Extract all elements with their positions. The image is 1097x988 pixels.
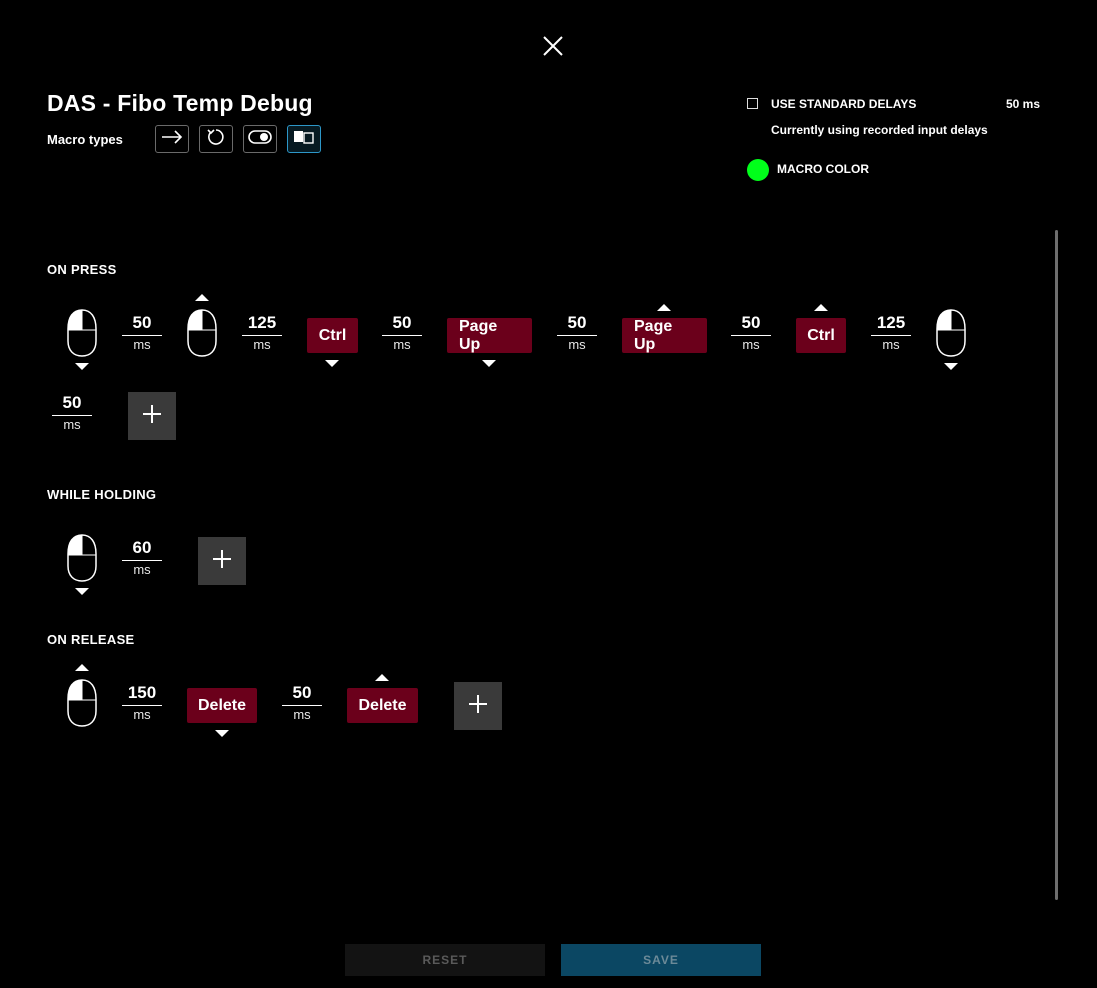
macro-title: DAS - Fibo Temp Debug	[47, 90, 313, 116]
on-release-label: ON RELEASE	[47, 632, 135, 647]
release-up-icon	[195, 294, 209, 301]
while-holding-step-1-mouse[interactable]	[67, 534, 97, 587]
on-release-add-step-button[interactable]	[454, 682, 502, 730]
release-up-icon	[814, 304, 828, 311]
release-up-icon	[657, 304, 671, 311]
on-press-step-13-mouse[interactable]	[936, 309, 966, 362]
mouse-button-icon	[67, 534, 97, 582]
on-release-key-delete-up[interactable]: Delete	[347, 688, 418, 723]
on-press-delay-7[interactable]: 50 ms	[52, 393, 92, 434]
mouse-button-icon	[67, 309, 97, 357]
on-press-delay-3[interactable]: 50 ms	[382, 313, 422, 354]
press-down-icon	[325, 360, 339, 367]
on-press-key-pageup-up[interactable]: Page Up	[622, 318, 707, 353]
press-down-icon	[75, 363, 89, 370]
repeat-icon	[207, 128, 225, 151]
macro-type-sequence-button[interactable]	[287, 125, 321, 153]
sequence-icon	[293, 129, 315, 150]
close-icon[interactable]	[541, 34, 565, 58]
on-press-delay-2[interactable]: 125 ms	[242, 313, 282, 354]
macro-color-swatch[interactable]	[747, 159, 769, 181]
while-holding-add-step-button[interactable]	[198, 537, 246, 585]
press-down-icon	[215, 730, 229, 737]
on-press-key-pageup-down[interactable]: Page Up	[447, 318, 532, 353]
on-release-step-1-mouse[interactable]	[67, 679, 97, 732]
release-up-icon	[75, 664, 89, 671]
plus-icon	[212, 549, 232, 574]
delay-mode-note: Currently using recorded input delays	[771, 123, 988, 137]
reset-button[interactable]: RESET	[345, 944, 545, 976]
standard-delay-value: 50 ms	[1006, 97, 1041, 111]
macro-type-no-repeat-button[interactable]	[155, 125, 189, 153]
on-press-delay-1[interactable]: 50 ms	[122, 313, 162, 354]
press-down-icon	[944, 363, 958, 370]
on-press-label: ON PRESS	[47, 262, 117, 277]
on-press-delay-5[interactable]: 50 ms	[731, 313, 771, 354]
press-down-icon	[482, 360, 496, 367]
use-standard-delays-checkbox[interactable]	[747, 98, 758, 109]
on-release-delay-1[interactable]: 150 ms	[122, 683, 162, 724]
mouse-button-icon	[936, 309, 966, 357]
on-release-delay-2[interactable]: 50 ms	[282, 683, 322, 724]
on-press-delay-6[interactable]: 125 ms	[871, 313, 911, 354]
on-press-key-ctrl-down[interactable]: Ctrl	[307, 318, 358, 353]
mouse-button-icon	[67, 679, 97, 727]
macro-type-repeat-button[interactable]	[199, 125, 233, 153]
on-press-step-2-mouse[interactable]	[187, 309, 217, 362]
macro-color-label: MACRO COLOR	[777, 162, 869, 176]
on-press-delay-4[interactable]: 50 ms	[557, 313, 597, 354]
vertical-scrollbar[interactable]	[1055, 230, 1058, 900]
while-holding-label: WHILE HOLDING	[47, 487, 157, 502]
release-up-icon	[375, 674, 389, 681]
on-press-step-1-mouse[interactable]	[67, 309, 97, 362]
arrow-right-icon	[161, 129, 183, 149]
on-release-key-delete-down[interactable]: Delete	[187, 688, 257, 723]
on-press-add-step-button[interactable]	[128, 392, 176, 440]
use-standard-delays-label: USE STANDARD DELAYS	[771, 97, 917, 111]
toggle-icon	[248, 129, 272, 149]
macro-type-toggle-button[interactable]	[243, 125, 277, 153]
press-down-icon	[75, 588, 89, 595]
plus-icon	[142, 404, 162, 429]
mouse-button-icon	[187, 309, 217, 357]
on-press-key-ctrl-up[interactable]: Ctrl	[796, 318, 846, 353]
plus-icon	[468, 694, 488, 719]
save-button[interactable]: SAVE	[561, 944, 761, 976]
macro-types-label: Macro types	[47, 132, 123, 147]
while-holding-delay-1[interactable]: 60 ms	[122, 538, 162, 579]
